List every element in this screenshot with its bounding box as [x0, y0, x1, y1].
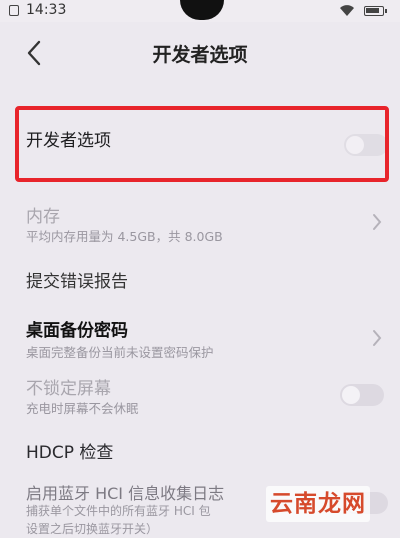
battery-icon	[364, 6, 387, 16]
stay-awake-label: 不锁定屏幕	[26, 379, 111, 399]
stay-awake-row[interactable]: 不锁定屏幕 充电时屏幕不会休眠	[0, 370, 400, 420]
memory-row[interactable]: 内存 平均内存用量为 4.5GB，共 8.0GB	[0, 196, 400, 252]
wifi-icon	[340, 5, 354, 16]
camera-notch	[180, 0, 224, 20]
nav-bar: 开发者选项	[0, 22, 400, 84]
sim-card-icon	[9, 5, 19, 16]
hdcp-check-row[interactable]: HDCP 检查	[0, 434, 400, 468]
bluetooth-hci-log-summary: 捕获单个文件中的所有蓝牙 HCI 包	[26, 504, 211, 518]
memory-label: 内存	[26, 207, 60, 227]
status-bar: 14:33	[0, 0, 400, 22]
stay-awake-toggle[interactable]	[340, 384, 384, 406]
bluetooth-hci-log-summary-2: 设置之后切换蓝牙开关）	[26, 522, 159, 536]
stay-awake-summary: 充电时屏幕不会休眠	[26, 401, 139, 416]
hdcp-check-label: HDCP 检查	[26, 443, 114, 463]
highlight-frame	[15, 106, 389, 182]
backup-password-label: 桌面备份密码	[26, 321, 128, 341]
bug-report-row[interactable]: 提交错误报告	[0, 262, 400, 298]
bug-report-label: 提交错误报告	[26, 272, 128, 292]
backup-password-summary: 桌面完整备份当前未设置密码保护	[26, 345, 214, 360]
memory-summary: 平均内存用量为 4.5GB，共 8.0GB	[26, 229, 223, 244]
status-time: 14:33	[26, 2, 67, 18]
watermark-logo: 云南龙网	[266, 486, 370, 522]
chevron-right-icon	[373, 214, 382, 230]
bluetooth-hci-log-label: 启用蓝牙 HCI 信息收集日志	[26, 484, 225, 503]
toggle-knob	[342, 386, 360, 404]
chevron-right-icon	[373, 330, 382, 346]
page-title: 开发者选项	[152, 44, 248, 66]
backup-password-row[interactable]: 桌面备份密码 桌面完整备份当前未设置密码保护	[0, 312, 400, 364]
